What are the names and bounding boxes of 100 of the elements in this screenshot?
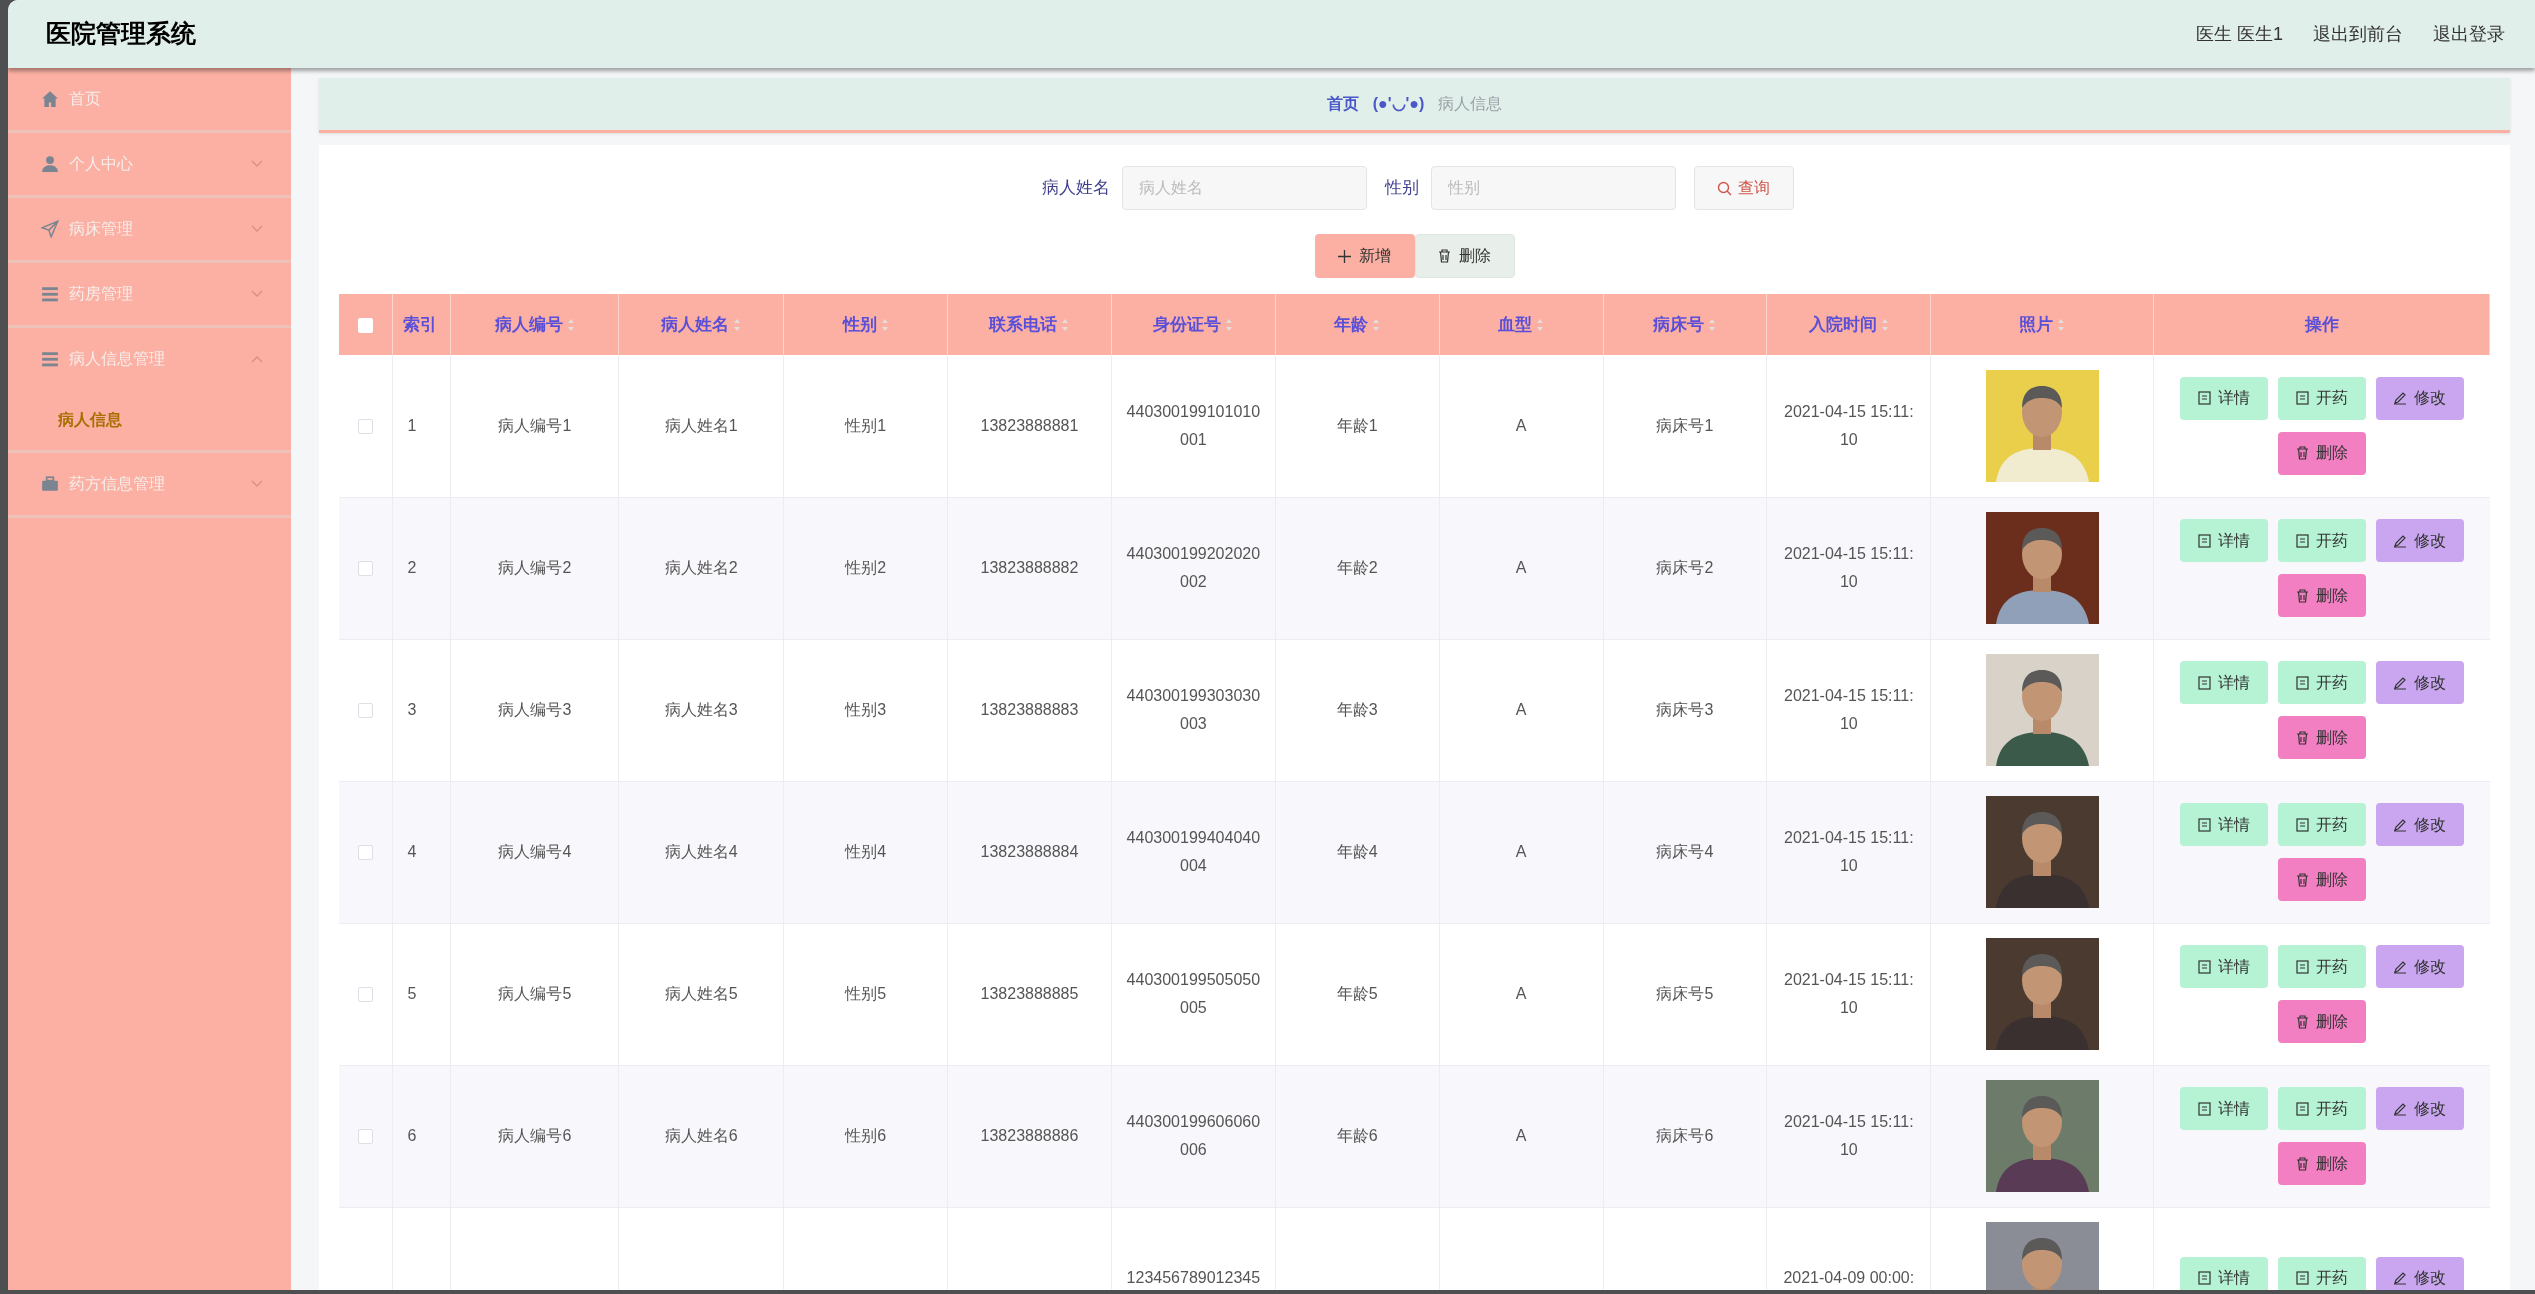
row-checkbox[interactable] [358, 987, 374, 1003]
table-cell: A [1515, 1127, 1527, 1144]
app-title: 医院管理系统 [46, 18, 196, 50]
row-action-button[interactable]: 删除 [2277, 858, 2366, 901]
table-cell: 1 [407, 416, 417, 434]
row-checkbox[interactable] [358, 703, 374, 719]
sort-icon[interactable] [1061, 318, 1070, 333]
row-action-button[interactable]: 开药 [2277, 1256, 2366, 1290]
table-cell: 3 [407, 701, 417, 718]
chevron-down-icon [251, 225, 263, 233]
trash-icon [2295, 872, 2309, 887]
row-action-button[interactable]: 开药 [2277, 519, 2366, 562]
delete-button[interactable]: 删除 [1414, 234, 1515, 278]
row-checkbox[interactable] [358, 1129, 374, 1145]
home-icon [41, 90, 59, 108]
table-cell: 性别6 [845, 1127, 887, 1144]
sort-icon[interactable] [880, 318, 889, 333]
sort-icon[interactable] [1536, 318, 1545, 333]
row-action-button[interactable]: 修改 [2375, 661, 2464, 704]
row-action-button[interactable]: 修改 [2375, 945, 2464, 988]
row-action-button[interactable]: 详情 [2179, 519, 2268, 562]
table-cell: 13823888883 [980, 701, 1079, 718]
row-action-button[interactable]: 修改 [2375, 519, 2464, 562]
row-action-button[interactable]: 详情 [2179, 661, 2268, 704]
trash-icon [2295, 446, 2309, 461]
search-field[interactable]: 性别 [1430, 166, 1676, 210]
table-cell: 13823888882 [980, 559, 1079, 576]
table-cell: 病人姓名6 [664, 1127, 738, 1144]
plus-icon [1338, 249, 1351, 263]
row-action-button[interactable]: 详情 [2179, 945, 2268, 988]
sort-icon[interactable] [1372, 318, 1381, 333]
table-cell: 病床号3 [1656, 701, 1714, 718]
row-action-button[interactable]: 详情 [2179, 803, 2268, 846]
add-button[interactable]: 新增 [1314, 234, 1415, 278]
column-header: 身份证号 [1153, 314, 1222, 334]
row-action-button[interactable]: 修改 [2375, 376, 2464, 420]
row-action-button[interactable]: 删除 [2277, 1000, 2366, 1043]
row-action-button[interactable]: 删除 [2277, 574, 2366, 617]
document-icon [2295, 675, 2309, 690]
pencil-icon [2393, 675, 2408, 690]
sort-icon[interactable] [2057, 318, 2066, 333]
pencil-icon [2393, 391, 2408, 406]
table-cell: 2021-04-15 15:11:10 [1784, 1113, 1914, 1158]
breadcrumb-link[interactable]: 首页 [1326, 92, 1359, 116]
menu-icon [41, 350, 59, 368]
row-action-button[interactable]: 开药 [2277, 376, 2366, 420]
table-cell: 病人姓名1 [664, 416, 738, 434]
pencil-icon [2393, 959, 2408, 974]
row-action-button[interactable]: 详情 [2179, 1256, 2268, 1290]
row-checkbox[interactable] [358, 561, 374, 577]
table-cell: 性别2 [845, 559, 887, 576]
header-link[interactable]: 退出登录 [2433, 20, 2505, 48]
table-cell: 病人姓名5 [664, 985, 738, 1002]
row-action-button[interactable]: 详情 [2179, 1087, 2268, 1130]
breadcrumb-current: 病人信息 [1438, 94, 1503, 114]
row-action-button[interactable]: 详情 [2179, 376, 2268, 420]
row-action-button[interactable]: 开药 [2277, 803, 2366, 846]
document-icon [2295, 1101, 2309, 1116]
sort-icon[interactable] [733, 318, 742, 333]
table-cell: 年龄2 [1336, 559, 1378, 576]
table-cell: 病人编号4 [498, 843, 572, 860]
table-cell: 病人编号2 [498, 559, 572, 576]
row-action-button[interactable]: 修改 [2375, 1087, 2464, 1130]
trash-icon [2295, 730, 2309, 745]
select-all-checkbox[interactable] [358, 317, 374, 333]
breadcrumb-separator: (●'◡'●) [1372, 94, 1425, 114]
table-cell: 6 [407, 1127, 417, 1144]
table-cell: 病人编号1 [498, 416, 572, 434]
row-action-button[interactable]: 开药 [2277, 1087, 2366, 1130]
send-icon [41, 220, 59, 238]
row-action-button[interactable]: 删除 [2277, 431, 2366, 475]
sort-icon[interactable] [566, 318, 575, 333]
row-action-button[interactable]: 删除 [2277, 716, 2366, 759]
row-checkbox[interactable] [358, 845, 374, 861]
document-icon [2295, 959, 2309, 974]
row-action-button[interactable]: 开药 [2277, 945, 2366, 988]
table-cell: 年龄4 [1336, 843, 1378, 860]
table-cell: 病人编号3 [498, 701, 572, 718]
search-field[interactable]: 病人姓名 [1121, 166, 1367, 210]
row-action-button[interactable]: 删除 [2277, 1142, 2366, 1185]
table-cell: 年龄5 [1336, 985, 1378, 1002]
table-cell: 13823888886 [980, 1127, 1079, 1144]
row-action-button[interactable]: 修改 [2375, 803, 2464, 846]
table-cell: 440300199202020002 [1126, 545, 1261, 590]
header-link[interactable]: 退出到前台 [2313, 20, 2403, 48]
table-cell: 年龄1 [1336, 416, 1378, 434]
table-cell: 年龄6 [1336, 1127, 1378, 1144]
document-icon [2197, 533, 2211, 548]
search-icon [1717, 180, 1732, 196]
row-action-button[interactable]: 开药 [2277, 661, 2366, 704]
column-header: 病人姓名 [661, 314, 730, 334]
column-header: 病床号 [1653, 314, 1705, 334]
sort-icon[interactable] [1708, 318, 1717, 333]
table-cell: 病床号2 [1656, 559, 1714, 576]
sort-icon[interactable] [1225, 318, 1234, 333]
table-cell: 2021-04-15 15:11:10 [1784, 545, 1914, 590]
sort-icon[interactable] [1880, 318, 1889, 333]
search-button[interactable]: 查询 [1693, 166, 1794, 210]
row-action-button[interactable]: 修改 [2375, 1256, 2464, 1290]
row-checkbox[interactable] [358, 419, 374, 434]
